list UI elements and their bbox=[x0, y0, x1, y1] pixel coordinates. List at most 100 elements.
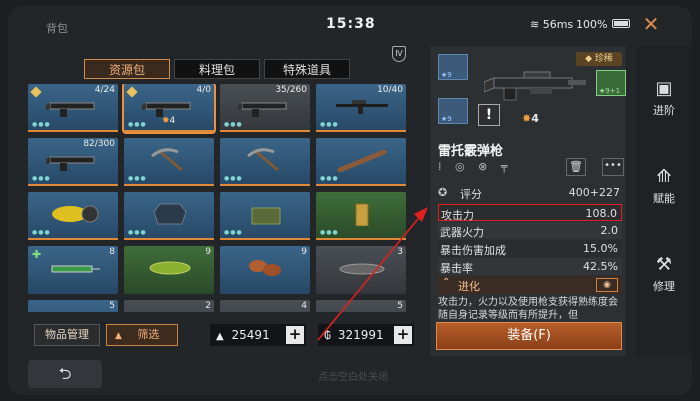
quality-dots: ●●● bbox=[224, 121, 243, 128]
tab-resource-pack[interactable]: 资源包 bbox=[84, 59, 170, 79]
inventory-slot[interactable]: 4/24 ●●● bbox=[28, 84, 118, 132]
currency-parts: ▲ 25491 + bbox=[210, 324, 306, 346]
inventory-grid: 4/24 ●●● 4/0 ●●● ✸4 35/260 ●●● 10/40 ●●● 82/300 ●●… bbox=[28, 84, 412, 312]
item-name: 雷托霰弹枪 bbox=[438, 144, 504, 159]
durability-bar bbox=[28, 238, 118, 240]
rarity-diamond-icon bbox=[30, 86, 42, 98]
gun-icon bbox=[46, 102, 95, 117]
trash-icon[interactable]: 🗑 bbox=[566, 158, 586, 176]
item-count: 3 bbox=[397, 247, 403, 257]
bat-icon bbox=[337, 149, 387, 172]
durability-bar bbox=[220, 184, 310, 186]
quality-dots: ●●● bbox=[128, 175, 147, 182]
sidebar-item-empower[interactable]: ⟰ 赋能 bbox=[636, 166, 692, 206]
top-bar: 背包 15:38 ≋ 56ms 100% ✕ bbox=[8, 6, 692, 40]
star-level: ✸4 bbox=[162, 116, 176, 126]
inventory-slot[interactable]: 10/40 ●●● bbox=[316, 84, 406, 132]
inventory-slot[interactable]: 5 bbox=[28, 300, 118, 312]
advance-icon: ▣ bbox=[655, 78, 673, 99]
drill-icon bbox=[52, 205, 99, 223]
item-manage-button[interactable]: 物品管理 bbox=[34, 324, 100, 346]
inventory-slot[interactable]: 9 bbox=[124, 246, 214, 294]
inventory-slot[interactable]: ●●● bbox=[316, 138, 406, 186]
sidebar-item-repair[interactable]: ⚒ 修理 bbox=[636, 254, 692, 294]
tab-special-items[interactable]: 特殊道具 bbox=[264, 59, 350, 79]
inventory-slot[interactable]: 3 bbox=[316, 246, 406, 294]
battery-icon bbox=[612, 19, 630, 28]
pickaxe-icon bbox=[247, 148, 279, 172]
attachment-slot[interactable]: ★9 bbox=[438, 98, 468, 124]
attachment-slot[interactable]: ★9 bbox=[438, 54, 468, 80]
quality-dots: ●●● bbox=[32, 175, 51, 182]
close-hint: 点击空白处关闭 bbox=[318, 372, 388, 383]
info-icon[interactable]: ! bbox=[478, 104, 500, 126]
tab-food-pack[interactable]: 料理包 bbox=[174, 59, 260, 79]
rating-icon: ✪ bbox=[438, 186, 448, 199]
durability-bar bbox=[316, 130, 406, 132]
durability-bar bbox=[316, 184, 406, 186]
item-count: 82/300 bbox=[83, 139, 115, 149]
more-options-icon[interactable]: ••• bbox=[602, 158, 624, 176]
window-title: 背包 bbox=[46, 22, 68, 35]
back-button[interactable]: ⮌ bbox=[28, 360, 102, 388]
item-count: 4 bbox=[301, 301, 307, 311]
eye-icon[interactable]: ◉ bbox=[596, 278, 618, 292]
durability-bar bbox=[316, 238, 406, 240]
armor-icon bbox=[153, 203, 187, 225]
crate-icon bbox=[251, 207, 281, 225]
quality-dots: ●●● bbox=[320, 121, 339, 128]
mushroom-icon bbox=[249, 260, 281, 276]
inventory-slot[interactable]: 2 bbox=[124, 300, 214, 312]
evolve-header: ⌃ 进化 ◉ bbox=[438, 276, 622, 294]
empower-icon: ⟰ bbox=[656, 166, 672, 187]
item-count: 35/260 bbox=[275, 85, 307, 95]
quality-dots: ●●● bbox=[32, 229, 51, 236]
filter-button[interactable]: ▲ 筛选 bbox=[106, 324, 178, 346]
add-coins-button[interactable]: + bbox=[394, 326, 412, 344]
inventory-slot[interactable]: ●●● bbox=[124, 138, 214, 186]
durability-bar bbox=[220, 130, 310, 132]
inventory-slot[interactable]: 82/300 ●●● bbox=[28, 138, 118, 186]
durability-bar bbox=[124, 130, 214, 132]
inventory-window: 背包 15:38 ≋ 56ms 100% ✕ 资源包 料理包 特殊道具 Ⅳ 4/… bbox=[8, 6, 692, 395]
item-count: 5 bbox=[397, 301, 403, 311]
rifle-icon bbox=[336, 100, 388, 114]
tower-icon bbox=[355, 203, 369, 226]
inventory-slot[interactable]: 4/0 ●●● ✸4 bbox=[122, 84, 216, 134]
inventory-slot[interactable]: 9 bbox=[220, 246, 310, 294]
gun-icon bbox=[238, 102, 287, 117]
stat-attack: 攻击力 108.0 bbox=[438, 204, 622, 222]
inventory-slot[interactable]: ●●● bbox=[28, 192, 118, 240]
item-detail-panel: ★9 ★9 ★9+1 ! ◆ 珍稀 ✸4 雷托霰弹枪 ⁞ ◎ ⊗ ╤ 🗑 •••… bbox=[430, 46, 626, 356]
inventory-slot[interactable]: 35/260 ●●● bbox=[220, 84, 310, 132]
inventory-slot[interactable]: ●●● bbox=[316, 192, 406, 240]
sidebar-item-advance[interactable]: ▣ 进阶 bbox=[636, 78, 692, 118]
gun-icon bbox=[46, 156, 95, 171]
hammer-icon: ⚒ bbox=[655, 254, 673, 275]
add-parts-button[interactable]: + bbox=[286, 326, 304, 344]
coin-icon: ₲ bbox=[324, 329, 331, 342]
equip-button[interactable]: 装备(F) bbox=[436, 322, 622, 350]
durability-bar bbox=[28, 184, 118, 186]
rarity-diamond-icon bbox=[126, 86, 138, 98]
close-button[interactable]: ✕ bbox=[636, 10, 666, 38]
inventory-slot[interactable]: ✚ 8 bbox=[28, 246, 118, 294]
item-count: 9 bbox=[301, 247, 307, 257]
inventory-slot[interactable]: ●●● bbox=[220, 192, 310, 240]
inventory-slot[interactable]: 5 bbox=[316, 300, 406, 312]
inventory-slot[interactable]: ●●● bbox=[124, 192, 214, 240]
rank-shield-icon: Ⅳ bbox=[392, 46, 406, 62]
inventory-slot[interactable]: 4 bbox=[220, 300, 310, 312]
durability-bar bbox=[124, 184, 214, 186]
quality-dots: ●●● bbox=[320, 229, 339, 236]
durability-bar bbox=[28, 130, 118, 132]
side-menu: ▣ 进阶 ⟰ 赋能 ⚒ 修理 bbox=[636, 46, 692, 356]
inventory-tabs: 资源包 料理包 特殊道具 bbox=[84, 59, 350, 79]
attachment-slot[interactable]: ★9+1 bbox=[596, 70, 626, 96]
evolve-icon: ⌃ bbox=[442, 277, 451, 288]
item-count: 4/0 bbox=[196, 85, 211, 95]
shotgun-image bbox=[484, 71, 586, 101]
item-count: 5 bbox=[109, 301, 115, 311]
quality-dots: ●●● bbox=[128, 229, 147, 236]
inventory-slot[interactable]: ●●● bbox=[220, 138, 310, 186]
